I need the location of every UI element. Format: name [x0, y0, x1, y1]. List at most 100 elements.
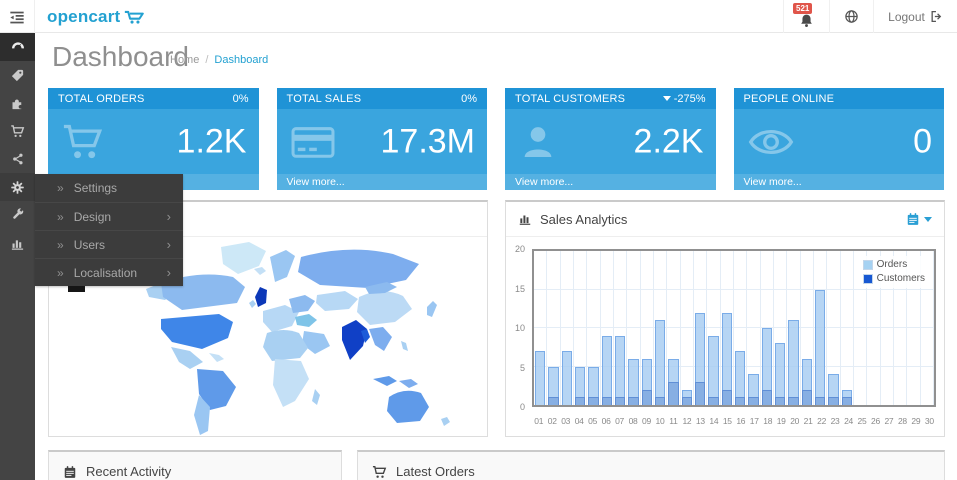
sidebar-item-extensions[interactable]	[0, 89, 35, 117]
tile-label: TOTAL SALES	[287, 93, 362, 105]
customers-bar	[682, 397, 692, 405]
chart-column	[587, 251, 600, 405]
submenu-item-users[interactable]: » Users ›	[35, 230, 183, 258]
x-tick-label: 10	[653, 416, 666, 426]
x-tick-label: 05	[586, 416, 599, 426]
customers-bar	[695, 382, 705, 405]
sidebar-item-sales[interactable]	[0, 117, 35, 145]
x-tick-label: 02	[545, 416, 558, 426]
chart-range-dropdown[interactable]	[906, 212, 932, 226]
outdent-icon	[9, 9, 25, 25]
x-tick-label: 09	[640, 416, 653, 426]
recent-activity-panel: Recent Activity	[48, 450, 342, 480]
submenu-item-design[interactable]: » Design ›	[35, 202, 183, 230]
view-more-link[interactable]: View more...	[277, 174, 488, 190]
chart-legend: Orders Customers	[859, 256, 929, 288]
tile-label: TOTAL ORDERS	[58, 93, 145, 105]
puzzle-icon	[10, 96, 25, 111]
tile-label: TOTAL CUSTOMERS	[515, 93, 625, 105]
user-icon	[518, 121, 558, 163]
chart-column	[574, 251, 587, 405]
sales-chart-plot[interactable]: Orders Customers	[532, 249, 936, 407]
logout-button[interactable]: Logout	[873, 0, 957, 33]
chart-column	[641, 251, 654, 405]
sales-analytics-panel: Sales Analytics 05101520	[505, 200, 945, 437]
sidebar-item-reports[interactable]	[0, 229, 35, 257]
breadcrumb: Home / Dashboard	[170, 54, 268, 66]
eye-icon	[747, 125, 795, 159]
submenu-item-settings[interactable]: » Settings	[35, 174, 183, 202]
chart-column	[721, 251, 734, 405]
legend-swatch	[863, 260, 873, 270]
shopping-cart-icon	[10, 124, 25, 139]
calendar-icon	[906, 212, 920, 226]
sidebar-toggle-button[interactable]	[0, 0, 35, 33]
customers-bar	[655, 397, 665, 405]
sidebar-item-catalog[interactable]	[0, 61, 35, 89]
x-tick-label: 06	[599, 416, 612, 426]
orders-bar	[562, 351, 572, 405]
customers-bar	[642, 390, 652, 405]
logo-text: opencart	[47, 7, 120, 27]
customers-bar	[802, 390, 812, 405]
view-more-link[interactable]: View more...	[505, 174, 716, 190]
submenu-label: Settings	[74, 181, 117, 195]
tile-delta: 0%	[233, 93, 249, 105]
chevron-right-icon: ›	[167, 209, 171, 224]
chart-column	[694, 251, 707, 405]
customers-bar	[828, 397, 838, 405]
x-tick-label: 04	[572, 416, 585, 426]
caret-down-icon	[663, 96, 671, 101]
x-tick-label: 14	[707, 416, 720, 426]
sidebar-item-tools[interactable]	[0, 201, 35, 229]
x-tick-label: 15	[721, 416, 734, 426]
view-more-link[interactable]: View more...	[734, 174, 945, 190]
sidebar-item-system[interactable]	[0, 173, 35, 201]
breadcrumb-separator: /	[205, 54, 208, 66]
tile-value: 17.3M	[381, 122, 476, 161]
customers-bar	[722, 390, 732, 405]
customers-bar	[575, 397, 585, 405]
chart-column	[814, 251, 827, 405]
x-tick-label: 13	[694, 416, 707, 426]
sidebar-item-marketing[interactable]	[0, 145, 35, 173]
sidebar-nav	[0, 33, 35, 480]
x-tick-label: 19	[774, 416, 787, 426]
opencart-admin-dashboard: opencart 521	[0, 0, 957, 480]
x-tick-label: 16	[734, 416, 747, 426]
tile-label: PEOPLE ONLINE	[744, 93, 835, 105]
wrench-icon	[11, 208, 25, 222]
customers-bar	[708, 397, 718, 405]
orders-bar	[775, 343, 785, 405]
sales-chart-yaxis: 05101520	[506, 249, 528, 407]
x-tick-label: 12	[680, 416, 693, 426]
customers-bar	[668, 382, 678, 405]
chart-column	[601, 251, 614, 405]
chart-column	[547, 251, 560, 405]
submenu-item-localisation[interactable]: » Localisation ›	[35, 258, 183, 286]
notification-count-badge: 521	[793, 3, 812, 14]
tile-value: 0	[913, 122, 932, 161]
tile-value: 2.2K	[634, 122, 704, 161]
breadcrumb-dashboard-link[interactable]: Dashboard	[214, 54, 268, 66]
chart-column	[801, 251, 814, 405]
notifications-button[interactable]: 521	[783, 0, 829, 33]
orders-bar	[602, 336, 612, 405]
customers-bar	[842, 397, 852, 405]
customers-bar	[762, 390, 772, 405]
latest-orders-panel: Latest Orders	[357, 450, 945, 480]
orders-bar	[615, 336, 625, 405]
opencart-logo[interactable]: opencart	[47, 0, 146, 33]
share-nodes-icon	[11, 152, 25, 166]
gear-icon	[10, 180, 25, 195]
double-angle-icon: »	[57, 181, 64, 195]
x-tick-label: 30	[923, 416, 936, 426]
sidebar-item-dashboard[interactable]	[0, 33, 35, 61]
language-button[interactable]	[829, 0, 873, 33]
shopping-cart-icon	[61, 122, 105, 162]
customers-bar	[775, 397, 785, 405]
legend-label: Orders	[877, 258, 908, 272]
breadcrumb-home-link[interactable]: Home	[170, 54, 199, 66]
caret-down-icon	[924, 217, 932, 222]
logo-cart-icon	[124, 9, 146, 25]
